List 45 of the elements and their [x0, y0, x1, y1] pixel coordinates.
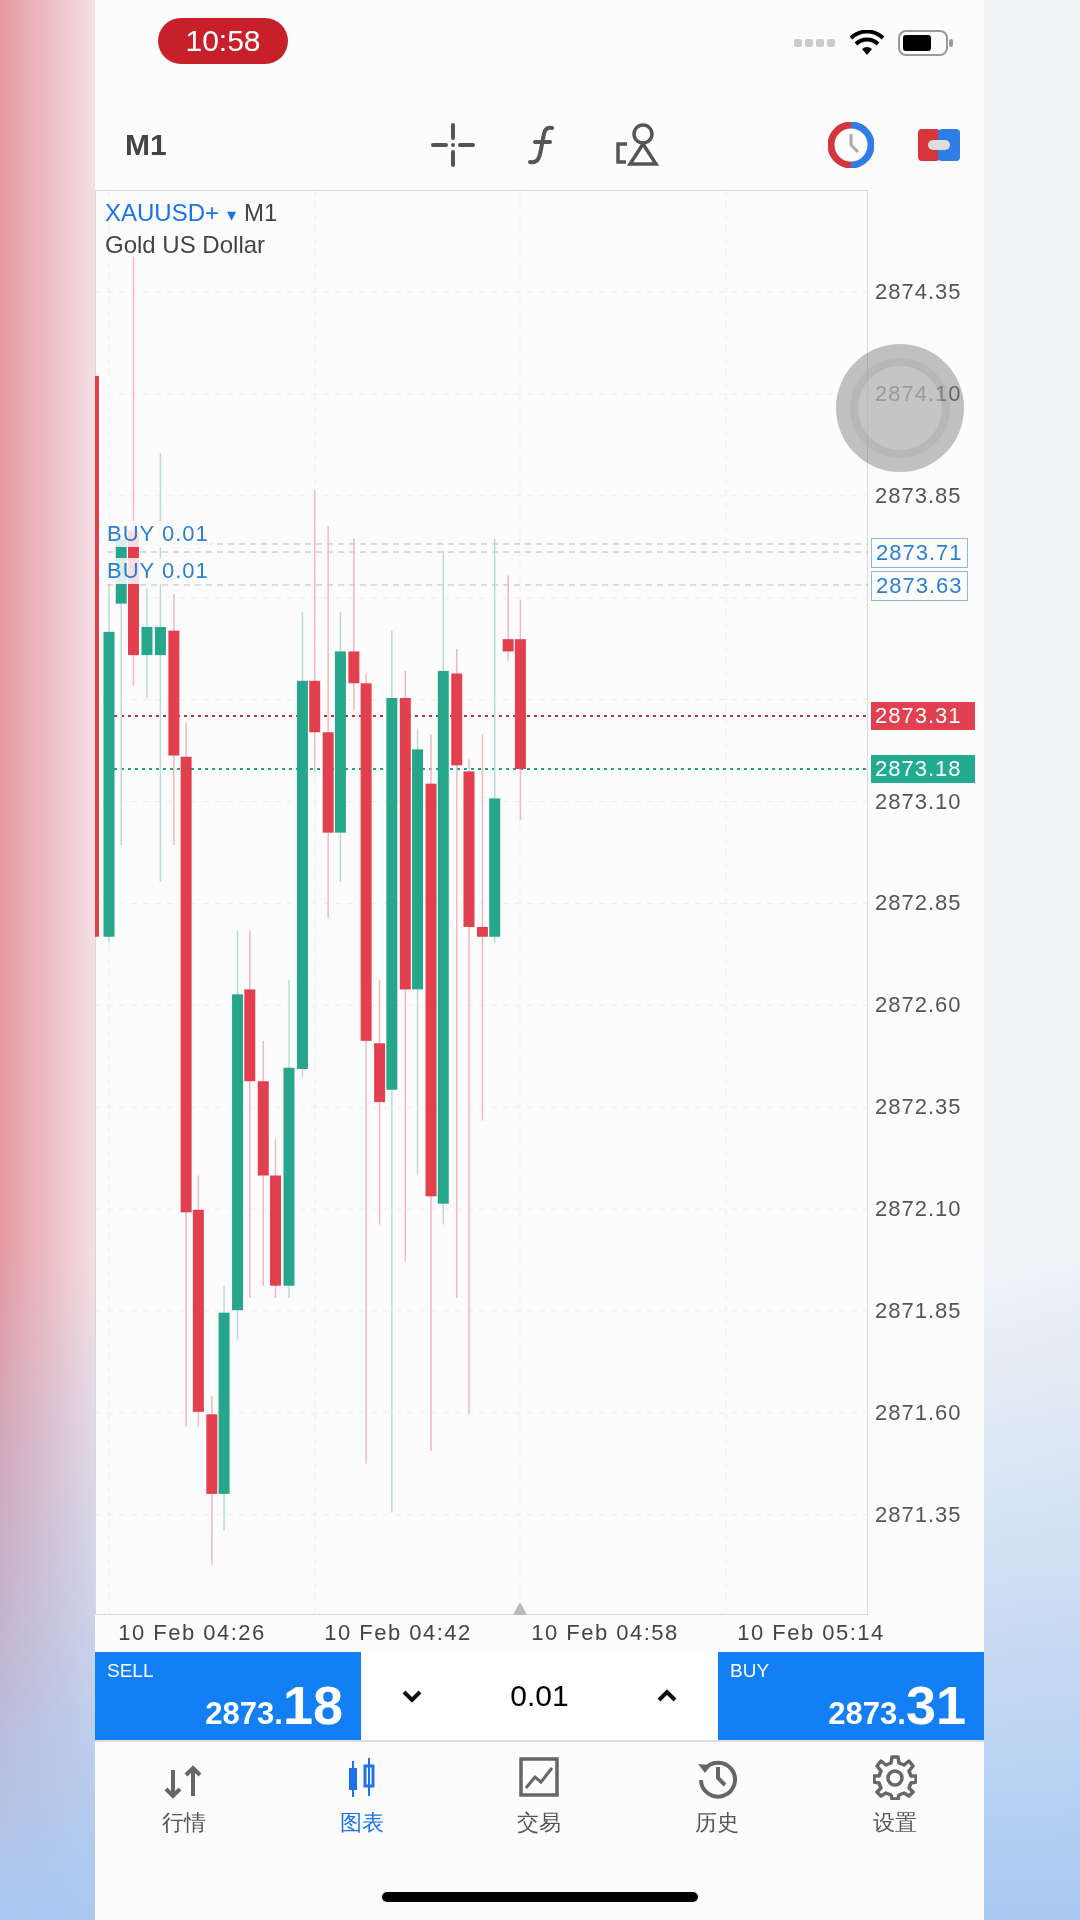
- price-tick: 2871.35: [875, 1501, 962, 1528]
- signal-icon: [794, 38, 836, 48]
- status-time: 10:58: [158, 18, 288, 64]
- tab[interactable]: 设置: [806, 1754, 984, 1854]
- sell-button[interactable]: SELL 2873.18: [95, 1652, 361, 1740]
- price-tick: 2873.10: [875, 788, 962, 815]
- price-tick: 2871.85: [875, 1298, 962, 1324]
- price-tick: 2874.35: [875, 279, 962, 305]
- time-label: 10 Feb 05:14: [737, 1620, 885, 1646]
- price-tick: 2872.60: [875, 992, 962, 1019]
- price-tick: 2874.10: [875, 380, 962, 407]
- time-marker-icon: [513, 1602, 527, 1615]
- time-label: 10 Feb 04:58: [531, 1620, 679, 1646]
- volume-field[interactable]: 0.01: [510, 1679, 569, 1713]
- tab[interactable]: 图表: [272, 1754, 451, 1854]
- symbol-name[interactable]: XAUUSD+: [105, 199, 220, 226]
- price-tick: 2872.10: [875, 1196, 962, 1223]
- clock-icon[interactable]: [828, 122, 874, 168]
- time-label: 10 Feb 04:42: [324, 1620, 472, 1646]
- chevron-up-icon[interactable]: [656, 1689, 678, 1703]
- chevron-down-icon[interactable]: [401, 1689, 423, 1703]
- settings-icon: [873, 1754, 918, 1800]
- bid-price-tag: 2873.18: [871, 755, 975, 783]
- time-label: 10 Feb 04:26: [118, 1620, 266, 1646]
- price-tick: 2873.85: [875, 482, 962, 509]
- tab[interactable]: 行情: [95, 1754, 273, 1854]
- timeframe-button[interactable]: M1: [125, 128, 430, 162]
- tab[interactable]: 交易: [450, 1754, 629, 1854]
- ask-price-tag: 2873.31: [871, 702, 975, 730]
- price-tick: 2871.60: [875, 1399, 962, 1426]
- symbol-description: Gold US Dollar: [105, 230, 267, 260]
- crosshair-icon[interactable]: [430, 122, 476, 168]
- tab[interactable]: 历史: [628, 1754, 807, 1854]
- chart-timeframe: M1: [244, 199, 278, 226]
- wifi-icon: [850, 30, 884, 56]
- price-tick: 2872.35: [875, 1094, 962, 1121]
- dropdown-caret[interactable]: ▾: [227, 205, 237, 225]
- battery-icon: [898, 30, 954, 56]
- shapes-icon[interactable]: [614, 122, 660, 168]
- order-price-tag: 2873.63: [871, 571, 968, 601]
- price-tick: 2872.85: [875, 890, 962, 917]
- line-chart-icon: [517, 1754, 562, 1800]
- buy-button[interactable]: BUY 2873.31: [718, 1652, 984, 1740]
- order-label: BUY 0.01: [105, 521, 211, 547]
- order-price-tag: 2873.71: [871, 538, 968, 568]
